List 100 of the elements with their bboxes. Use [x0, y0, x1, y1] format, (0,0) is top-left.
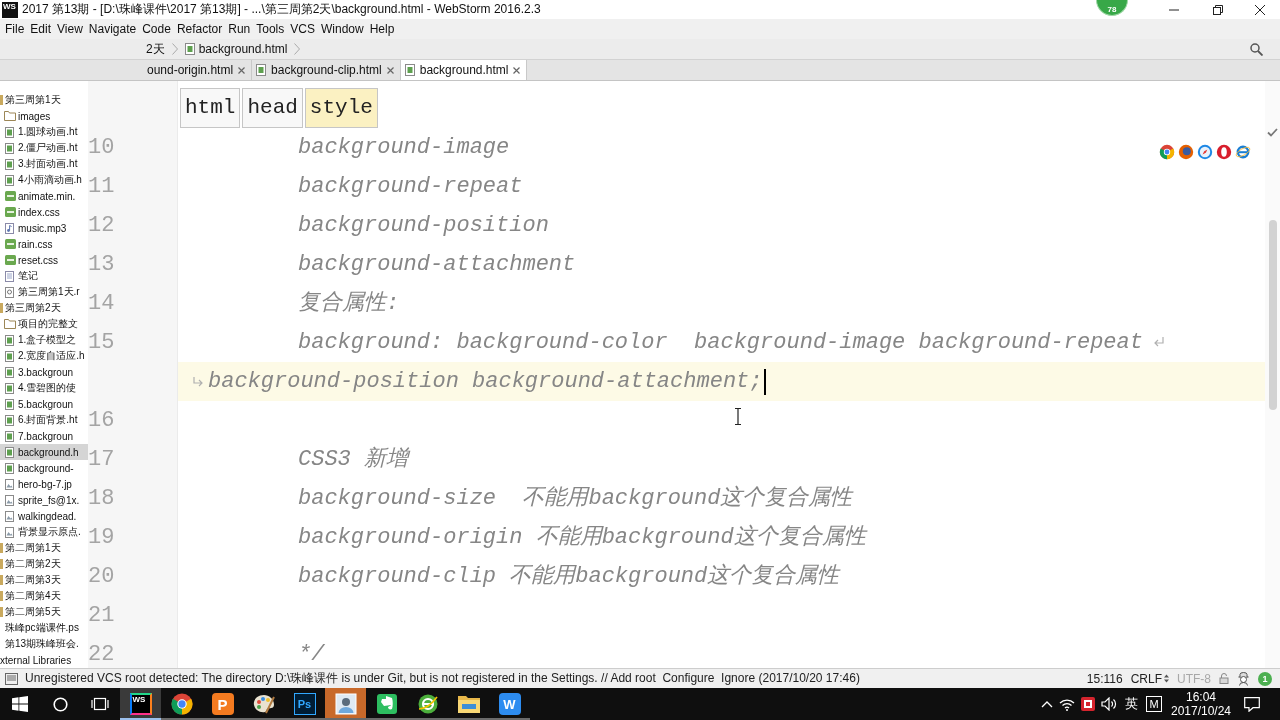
caret-position[interactable]: 15:116: [1086, 671, 1123, 686]
tree-item[interactable]: background-: [0, 460, 88, 476]
tree-item[interactable]: 珠峰pc端课件.ps: [0, 620, 88, 636]
menu-item[interactable]: Run: [225, 20, 254, 38]
menu-item[interactable]: Code: [139, 20, 174, 38]
tree-item[interactable]: music.mp3: [0, 220, 88, 236]
code-line: background-image: [298, 134, 510, 161]
volume-icon[interactable]: [1101, 697, 1117, 711]
close-icon[interactable]: [238, 66, 246, 74]
browser-icon[interactable]: [1159, 144, 1175, 160]
wifi-icon[interactable]: [1059, 697, 1075, 711]
file-icon: [5, 174, 14, 186]
file-icon: [5, 414, 14, 426]
browser-icon[interactable]: [1216, 144, 1232, 160]
tree-item[interactable]: index.css: [0, 204, 88, 220]
ime-mode-button[interactable]: M: [1146, 696, 1162, 712]
tree-item[interactable]: 第二周第5天: [0, 604, 88, 620]
file-icon: [5, 446, 14, 458]
taskbar-button[interactable]: WS: [120, 688, 161, 720]
menu-item[interactable]: Edit: [27, 20, 55, 38]
tree-item[interactable]: animate.min.: [0, 188, 88, 204]
tree-item[interactable]: hero-bg-7.jp: [0, 476, 88, 492]
menu-item[interactable]: View: [54, 20, 86, 38]
tree-item[interactable]: 背景显示原点.: [0, 524, 88, 540]
person-icon[interactable]: [1237, 671, 1250, 686]
tree-item[interactable]: 2.宽度自适应.h: [0, 348, 88, 364]
text-cursor-icon: [734, 408, 742, 425]
browser-icon[interactable]: [1235, 144, 1251, 160]
editor-tab[interactable]: background.html: [400, 60, 528, 80]
menu-item[interactable]: Help: [366, 20, 398, 38]
tree-item[interactable]: 第二周第2天: [0, 556, 88, 572]
lock-icon[interactable]: [1219, 673, 1229, 684]
code-line: background-repeat: [298, 173, 523, 200]
tree-item[interactable]: 4.雪碧图的使: [0, 380, 88, 396]
soft-wrap-icon: [192, 375, 204, 388]
tree-item[interactable]: sprite_fs@1x.: [0, 492, 88, 508]
notification-icon[interactable]: [1244, 696, 1260, 712]
scrollbar-thumb[interactable]: [1268, 220, 1277, 410]
menu-item[interactable]: Refactor: [173, 20, 226, 38]
file-icon: [5, 126, 14, 138]
folder-icon: [0, 303, 3, 313]
palette-icon: [251, 693, 276, 715]
taskbar-button[interactable]: Ps: [284, 688, 325, 720]
breadcrumb-item[interactable]: background.html: [181, 40, 291, 58]
code-line: background-clip 不能用background这个复合属性: [298, 563, 840, 590]
close-icon[interactable]: [513, 66, 521, 74]
search-icon[interactable]: [1250, 42, 1263, 56]
tree-item[interactable]: xternal Libraries: [0, 652, 88, 668]
tree-item[interactable]: 第三周第1天: [0, 92, 88, 108]
tree-item[interactable]: images: [0, 108, 88, 124]
tree-item[interactable]: reset.css: [0, 252, 88, 268]
restore-icon: [1213, 4, 1223, 15]
tag-crumb[interactable]: style: [304, 88, 378, 128]
tree-item[interactable]: walkingdead.: [0, 508, 88, 524]
browser-icon[interactable]: [1178, 144, 1194, 160]
tree-item[interactable]: 1.盒子模型之: [0, 332, 88, 348]
tree-item[interactable]: 1.圆球动画.ht: [0, 124, 88, 140]
tree-item[interactable]: 3.封面动画.ht: [0, 156, 88, 172]
line-number: 14: [88, 290, 115, 317]
tree-item[interactable]: background.h: [0, 444, 88, 460]
tree-item[interactable]: 5.backgroun: [0, 396, 88, 412]
menu-item[interactable]: Tools: [253, 20, 288, 38]
clock-button[interactable]: 16:04 2017/10/24: [1166, 690, 1236, 718]
tree-item[interactable]: 笔记: [0, 268, 88, 284]
input-language-button[interactable]: 英: [1120, 692, 1142, 716]
close-icon: [1255, 4, 1265, 15]
square-logo-icon[interactable]: [1081, 697, 1095, 711]
tree-item[interactable]: 第二周第1天: [0, 540, 88, 556]
status-message: Unregistered VCS root detected: The directory D:\珠峰课件 is under Git, but is not registered in the Settings. // Add root Configure Ignore (2017/10/20 17:46): [25, 670, 860, 687]
stylesheet-icon: [5, 255, 16, 265]
breadcrumb-item[interactable]: 2天: [143, 40, 168, 58]
close-icon[interactable]: [386, 66, 394, 74]
tree-item[interactable]: 第二周第4天: [0, 588, 88, 604]
tree-item[interactable]: 7.backgroun: [0, 428, 88, 444]
tree-item[interactable]: 第三周第1天.r: [0, 284, 88, 300]
panel-toggle-icon[interactable]: [5, 672, 18, 685]
text-file-icon: [5, 270, 14, 282]
app-logo: WS: [129, 693, 152, 715]
file-icon: [5, 462, 14, 474]
tree-item[interactable]: 3.backgroun: [0, 364, 88, 380]
stylesheet-icon: [5, 191, 16, 201]
stylesheet-icon: [5, 207, 16, 217]
tree-item[interactable]: rain.css: [0, 236, 88, 252]
tree-item[interactable]: 第二周第3天: [0, 572, 88, 588]
menu-item[interactable]: Navigate: [85, 20, 140, 38]
browser-icon[interactable]: [1197, 144, 1213, 160]
menu-item[interactable]: File: [2, 20, 28, 38]
tag-crumb[interactable]: head: [242, 88, 303, 128]
tree-item[interactable]: 第13期珠峰班会.: [0, 636, 88, 652]
menu-item[interactable]: VCS: [287, 20, 318, 38]
chevron-up-icon[interactable]: [1041, 700, 1053, 708]
tag-crumb[interactable]: html: [180, 88, 241, 128]
tree-item[interactable]: 4小雨滴动画.h: [0, 172, 88, 188]
menu-item[interactable]: Window: [317, 20, 367, 38]
line-separator-button[interactable]: CRLF: [1130, 671, 1169, 686]
tree-item[interactable]: 6.封面背景.ht: [0, 412, 88, 428]
file-icon: [5, 350, 14, 362]
tree-item[interactable]: 2.僵尸动画.ht: [0, 140, 88, 156]
tree-item[interactable]: 项目的完整文: [0, 316, 88, 332]
tree-item[interactable]: 第三周第2天: [0, 300, 88, 316]
